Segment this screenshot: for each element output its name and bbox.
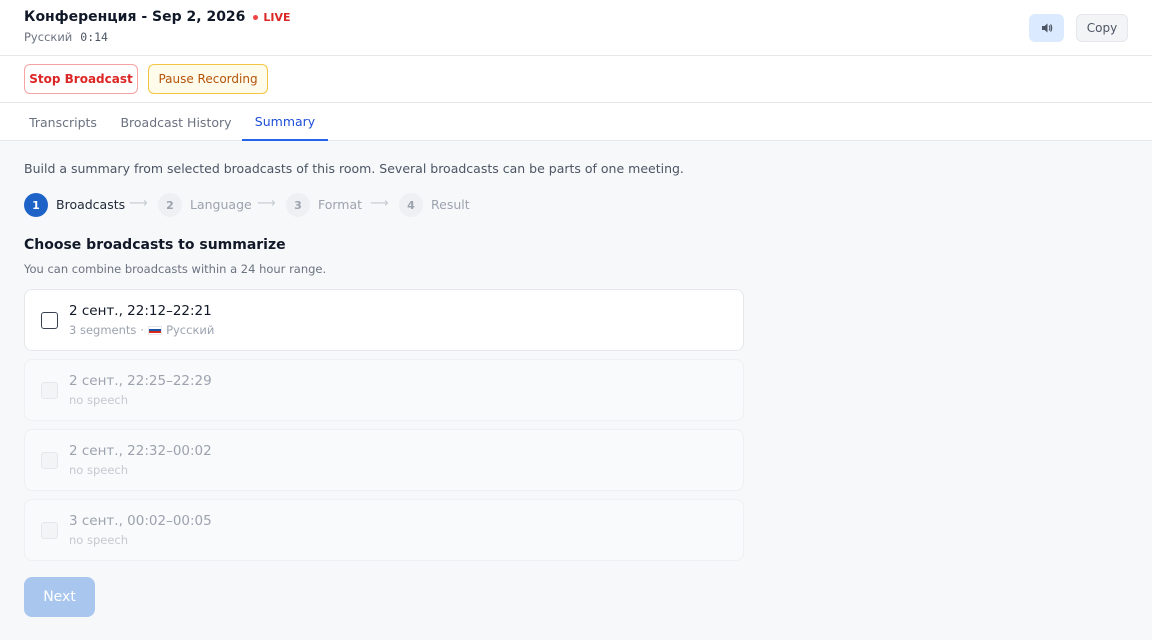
live-dot-icon [253, 14, 259, 20]
tab-bar: Transcripts Broadcast History Summary [0, 103, 1152, 141]
pause-recording-button[interactable]: Pause Recording [148, 64, 268, 94]
action-bar: Stop Broadcast Pause Recording [0, 56, 1152, 103]
step-3-number: 3 [286, 193, 310, 217]
copy-button[interactable]: Copy [1076, 14, 1128, 42]
summary-intro: Build a summary from selected broadcasts… [24, 161, 684, 176]
speaker-button[interactable] [1029, 14, 1064, 42]
broadcast-note: no speech [69, 463, 129, 477]
broadcast-item: 2 сент., 22:32–00:02 no speech [24, 429, 744, 491]
broadcast-time: 3 сент., 00:02–00:05 [69, 513, 212, 529]
live-label: LIVE [263, 10, 291, 24]
step-4-number: 4 [399, 193, 423, 217]
page-title: Конференция - Sep 2, 2026 [24, 9, 246, 25]
broadcast-language: Русский [166, 323, 215, 337]
choose-broadcasts-hint: You can combine broadcasts within a 24 h… [24, 262, 327, 276]
broadcast-segments: 3 segments [69, 323, 137, 337]
choose-broadcasts-title: Choose broadcasts to summarize [24, 237, 286, 253]
live-badge: LIVE [253, 10, 291, 24]
broadcast-time: 2 сент., 22:12–22:21 [69, 303, 212, 319]
broadcast-time: 2 сент., 22:32–00:02 [69, 443, 212, 459]
header-bar: Конференция - Sep 2, 2026 LIVE Русский 0… [0, 0, 1152, 56]
step-1-label: Broadcasts [56, 197, 126, 212]
tab-broadcast-history[interactable]: Broadcast History [110, 103, 242, 141]
broadcast-item: 2 сент., 22:25–22:29 no speech [24, 359, 744, 421]
next-button[interactable]: Next [24, 577, 95, 617]
language-label: Русский [24, 30, 73, 44]
ru-flag-icon [148, 325, 163, 335]
broadcast-checkbox[interactable] [41, 312, 58, 329]
recording-timer: 0:14 [80, 30, 108, 44]
step-arrow-icon: ⟶ [129, 196, 148, 211]
broadcast-checkbox [41, 382, 58, 399]
step-2-label: Language [190, 197, 252, 212]
subtitle-row: Русский 0:14 [24, 30, 108, 44]
broadcast-item[interactable]: 2 сент., 22:12–22:21 3 segments · Русски… [24, 289, 744, 351]
broadcast-checkbox [41, 452, 58, 469]
title-row: Конференция - Sep 2, 2026 LIVE [24, 9, 291, 25]
broadcast-note: no speech [69, 393, 129, 407]
broadcast-meta: 3 segments · Русский [69, 323, 214, 337]
stop-broadcast-button[interactable]: Stop Broadcast [24, 64, 138, 94]
step-arrow-icon: ⟶ [257, 196, 276, 211]
broadcast-checkbox [41, 522, 58, 539]
speaker-icon [1041, 23, 1052, 33]
step-4-label: Result [431, 197, 470, 212]
step-3-label: Format [318, 197, 363, 212]
step-2-number: 2 [158, 193, 182, 217]
broadcast-item: 3 сент., 00:02–00:05 no speech [24, 499, 744, 561]
tab-summary[interactable]: Summary [242, 103, 328, 141]
tab-transcripts[interactable]: Transcripts [16, 103, 110, 141]
step-1-number: 1 [24, 193, 48, 217]
meta-separator: · [140, 323, 145, 337]
broadcast-note: no speech [69, 533, 129, 547]
broadcast-time: 2 сент., 22:25–22:29 [69, 373, 212, 389]
step-arrow-icon: ⟶ [370, 196, 389, 211]
